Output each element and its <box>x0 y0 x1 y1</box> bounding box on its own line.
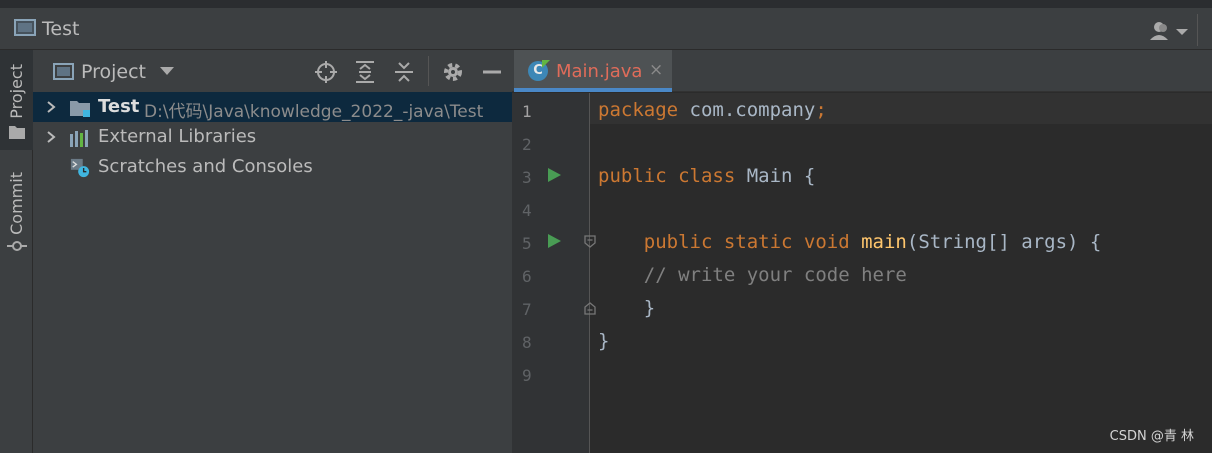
window-title: Test <box>42 18 80 40</box>
folder-icon <box>9 126 25 139</box>
scratches-icon <box>70 158 90 178</box>
line-number: 2 <box>522 135 532 154</box>
tree-item-path: D:\代码\Java\knowledge_2022_-java\Test <box>144 102 484 122</box>
expand-all-icon[interactable] <box>353 60 377 84</box>
close-icon[interactable]: × <box>649 60 663 80</box>
code-line-6[interactable]: // write your code here <box>598 264 907 286</box>
active-tab-indicator <box>514 88 672 92</box>
chevron-right-icon[interactable] <box>44 100 58 114</box>
line-number: 6 <box>522 267 532 286</box>
tree-item-label: External Libraries <box>98 126 257 147</box>
line-number: 8 <box>522 333 532 352</box>
editor-tab-bar: C Main.java × <box>512 50 1212 92</box>
code-line-1[interactable]: package com.company; <box>598 99 827 121</box>
code-line-8[interactable]: } <box>598 330 609 352</box>
toolbar-divider <box>1197 14 1198 46</box>
project-tool-label: Project <box>7 64 26 119</box>
chevron-down-icon[interactable] <box>160 67 174 75</box>
user-account-icon[interactable] <box>1148 20 1190 42</box>
line-number: 5 <box>522 234 532 253</box>
tree-item-test[interactable]: Test D:\代码\Java\knowledge_2022_-java\Tes… <box>33 92 512 122</box>
title-bar: Test <box>0 0 1212 50</box>
collapse-all-icon[interactable] <box>392 60 416 84</box>
code-line-7[interactable]: } <box>598 297 655 319</box>
window-icon <box>14 19 36 36</box>
library-icon <box>70 130 88 147</box>
line-number: 3 <box>522 168 532 187</box>
project-view-icon <box>53 63 74 80</box>
editor-gutter: 1 2 3 4 5 6 7 8 9 <box>512 93 596 453</box>
run-class-icon[interactable] <box>548 168 561 182</box>
line-number: 7 <box>522 300 532 319</box>
project-panel-title[interactable]: Project <box>81 61 146 83</box>
tree-item-label: Test <box>98 96 140 117</box>
fold-end-icon[interactable] <box>583 301 597 315</box>
tree-item-scratches[interactable]: Scratches and Consoles <box>33 152 512 182</box>
code-editor: C Main.java × 1 2 3 4 5 6 7 8 9 package … <box>512 50 1212 453</box>
commit-tool-label: Commit <box>7 172 26 235</box>
module-folder-icon <box>70 101 90 117</box>
code-line-5[interactable]: public static void main(String[] args) { <box>598 231 1102 253</box>
fold-start-icon[interactable] <box>583 235 597 249</box>
java-class-icon: C <box>528 61 548 81</box>
select-opened-file-icon[interactable] <box>314 60 338 84</box>
code-line-3[interactable]: public class Main { <box>598 165 815 187</box>
commit-icon <box>7 241 27 251</box>
editor-tab-main-java[interactable]: C Main.java × <box>514 50 672 92</box>
gear-icon[interactable] <box>441 60 465 84</box>
line-number: 1 <box>522 102 532 121</box>
run-main-icon[interactable] <box>548 234 561 248</box>
project-tool-tab[interactable]: Project <box>0 50 33 150</box>
tree-item-external-libraries[interactable]: External Libraries <box>33 122 512 152</box>
line-number: 9 <box>522 366 532 385</box>
tab-filename: Main.java <box>556 61 643 82</box>
line-number: 4 <box>522 201 532 220</box>
hide-panel-icon[interactable] <box>480 60 504 84</box>
tool-window-strip: Project Commit <box>0 50 33 453</box>
commit-tool-tab[interactable]: Commit <box>0 168 33 268</box>
project-panel-header: Project <box>33 50 512 92</box>
tree-item-label: Scratches and Consoles <box>98 156 313 177</box>
project-panel: Project Test D:\代码\Java\knowledge_2022_-… <box>33 50 512 453</box>
header-divider <box>428 56 429 86</box>
watermark: CSDN @青 林 <box>1109 429 1194 444</box>
chevron-right-icon[interactable] <box>44 130 58 144</box>
